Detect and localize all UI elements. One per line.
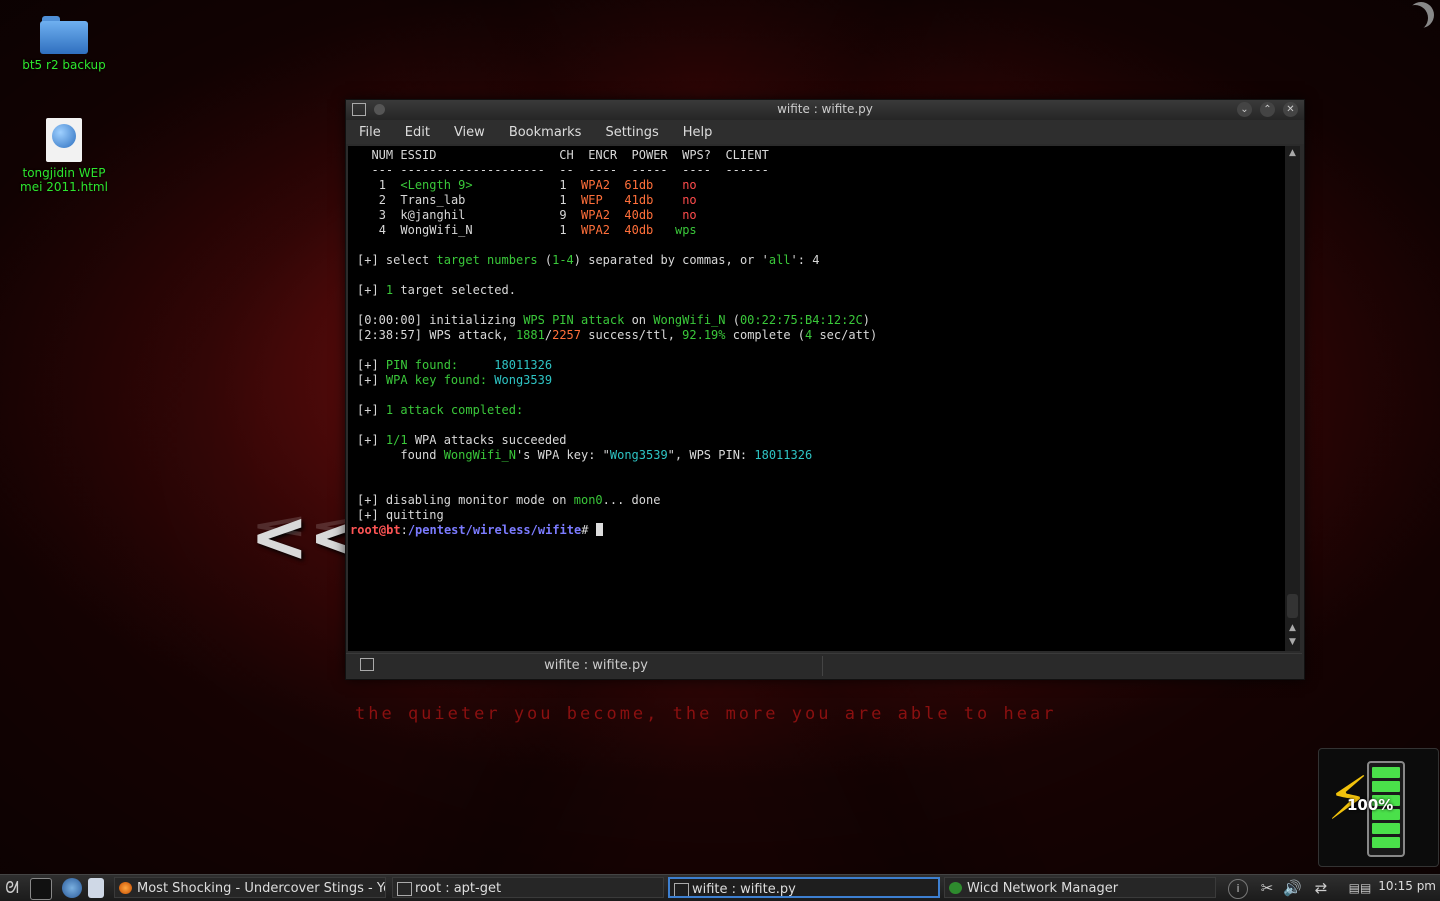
- desktop-icon-html[interactable]: tongjidin WEP mei 2011.html: [14, 118, 114, 194]
- terminal-icon: [674, 883, 689, 896]
- kde-menu-icon[interactable]: ᘛ: [2, 878, 22, 898]
- task-apt-get[interactable]: root : apt-get: [392, 877, 664, 898]
- text-cursor: [595, 523, 603, 536]
- table-header: NUM ESSID CH ENCR POWER WPS? CLIENT: [357, 148, 769, 162]
- tab-wifite[interactable]: wifite : wifite.py: [346, 658, 846, 673]
- terminal-scrollbar[interactable]: ▲ ▲ ▼: [1285, 146, 1300, 651]
- maximize-button[interactable]: ⌃: [1260, 102, 1275, 117]
- wallpaper-tagline: the quieter you become, the more you are…: [355, 704, 1057, 724]
- scroll-down-arrow-icon[interactable]: ▼: [1285, 635, 1300, 649]
- menu-bookmarks[interactable]: Bookmarks: [509, 125, 582, 140]
- menu-bar: File Edit View Bookmarks Settings Help: [346, 120, 1304, 144]
- desktop-icon-backup[interactable]: bt5 r2 backup: [14, 16, 114, 72]
- tab-separator: [822, 656, 823, 676]
- table-row: 1 <Length 9> 1 WPA2 61db no: [378, 178, 697, 192]
- volume-icon[interactable]: 🔊: [1283, 879, 1302, 897]
- file-manager-icon[interactable]: [88, 878, 104, 898]
- menu-edit[interactable]: Edit: [405, 125, 430, 140]
- window-titlebar[interactable]: wifite : wifite.py ⌄ ⌃ ✕: [346, 100, 1304, 120]
- scroll-up-arrow-icon[interactable]: ▲: [1285, 621, 1300, 635]
- disabling-line: [+] disabling monitor mode on mon0... do…: [357, 493, 661, 507]
- table-row: 2 Trans_lab 1 WEP 41db no: [378, 193, 697, 207]
- terminal-output[interactable]: NUM ESSID CH ENCR POWER WPS? CLIENT --- …: [348, 146, 1285, 651]
- wicd-icon: [949, 882, 962, 894]
- firefox-icon: [119, 882, 132, 894]
- window-title: wifite : wifite.py: [777, 102, 873, 116]
- browser-icon[interactable]: [62, 878, 82, 898]
- found-line: found WongWifi_N's WPA key: "Wong3539", …: [357, 448, 813, 462]
- pager-icon[interactable]: ▤▤: [1342, 879, 1378, 897]
- succeeded-line: [+] 1/1 WPA attacks succeeded: [357, 433, 567, 447]
- terminal-icon: [397, 882, 412, 896]
- close-button[interactable]: ✕: [1283, 102, 1298, 117]
- table-row: 4 WongWifi_N 1 WPA2 40db wps: [378, 223, 697, 237]
- clock[interactable]: 10:15 pm: [1378, 879, 1436, 893]
- info-icon[interactable]: i: [1228, 879, 1248, 899]
- key-found-line: [+] WPA key found: Wong3539: [357, 373, 553, 387]
- battery-widget[interactable]: ⚡ 100%: [1318, 748, 1439, 867]
- completed-line: [+] 1 attack completed:: [357, 403, 524, 417]
- task-wifite[interactable]: wifite : wifite.py: [668, 877, 940, 898]
- folder-icon: [40, 16, 88, 54]
- selected-line: [+] 1 target selected.: [357, 283, 516, 297]
- desktop-icon-label: tongjidin WEP mei 2011.html: [20, 166, 108, 194]
- select-prompt-line: [+] select target numbers (1-4) separate…: [357, 253, 820, 267]
- network-icon[interactable]: ⇄: [1312, 879, 1330, 897]
- table-row: 3 k@janghil 9 WPA2 40db no: [378, 208, 697, 222]
- progress-line: [2:38:57] WPS attack, 1881/2257 success/…: [357, 328, 878, 342]
- desktop-widget-icon[interactable]: [1408, 2, 1434, 28]
- menu-file[interactable]: File: [359, 125, 381, 140]
- task-wicd[interactable]: Wicd Network Manager: [944, 877, 1216, 898]
- pin-found-line: [+] PIN found: 18011326: [357, 358, 553, 372]
- desktop-icon-label: bt5 r2 backup: [22, 58, 106, 72]
- taskbar: ᘛ Most Shocking - Undercover Stings - Yo…: [0, 874, 1440, 901]
- html-file-icon: [46, 118, 82, 162]
- menu-view[interactable]: View: [454, 125, 485, 140]
- shell-prompt[interactable]: root@bt:/pentest/wireless/wifite#: [348, 523, 1285, 538]
- minimize-button[interactable]: ⌄: [1237, 102, 1252, 117]
- menu-settings[interactable]: Settings: [605, 125, 658, 140]
- terminal-tabbar: wifite : wifite.py: [346, 653, 1302, 678]
- scissors-icon[interactable]: ✂: [1258, 879, 1276, 897]
- scroll-up-arrow-icon[interactable]: ▲: [1285, 146, 1300, 160]
- task-firefox[interactable]: Most Shocking - Undercover Stings - You: [114, 877, 386, 898]
- menu-help[interactable]: Help: [683, 125, 713, 140]
- terminal-icon[interactable]: [30, 878, 52, 900]
- battery-percent: 100%: [1347, 796, 1394, 814]
- terminal-window: wifite : wifite.py ⌄ ⌃ ✕ File Edit View …: [345, 99, 1305, 680]
- scrollbar-thumb[interactable]: [1287, 594, 1298, 618]
- table-divider: --- -------------------- -- ---- ----- -…: [357, 163, 769, 177]
- quitting-line: [+] quitting: [357, 508, 444, 522]
- init-line: [0:00:00] initializing WPS PIN attack on…: [357, 313, 871, 327]
